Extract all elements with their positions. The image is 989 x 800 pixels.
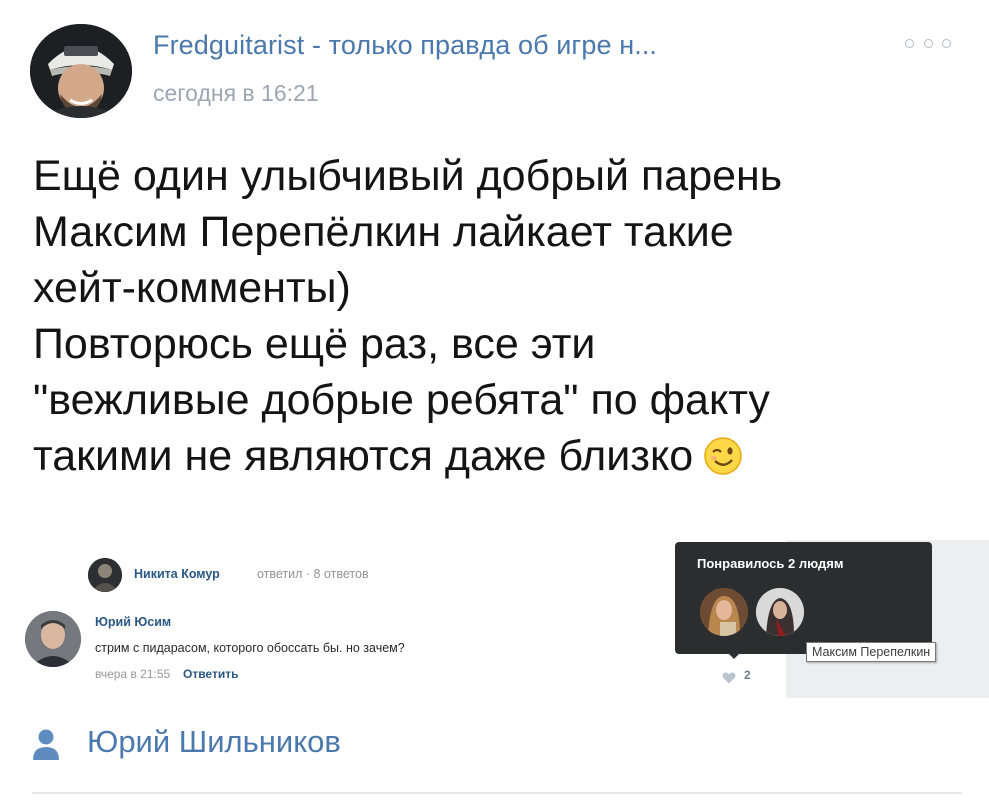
wink-emoji-icon	[703, 434, 743, 475]
post-text-line: Максим Перепёлкин лайкает такие	[33, 208, 734, 256]
post-text-line: Ещё один улыбчивый добрый парень	[33, 152, 783, 200]
author-avatar[interactable]	[30, 24, 132, 118]
liker-avatar[interactable]	[756, 588, 804, 636]
comment-reply-link[interactable]: Ответить	[183, 667, 238, 681]
heart-icon[interactable]	[722, 671, 736, 684]
thread-meta[interactable]: ответил · 8 ответов	[257, 567, 369, 581]
post-text-line: хейт-комменты)	[33, 264, 351, 312]
footer-user-name[interactable]: Юрий Шильников	[87, 724, 341, 760]
liker-name-tooltip: Максим Перепелкин	[806, 642, 937, 662]
post-text-line: Повторюсь ещё раз, все эти	[33, 320, 596, 368]
likes-tooltip-title[interactable]: Понравилось 2 людям	[697, 556, 843, 571]
post-text: Ещё один улыбчивый добрый парень Максим …	[33, 148, 973, 484]
post-text-last-line: такими не являются даже близко	[33, 428, 973, 484]
divider	[32, 792, 962, 794]
like-count[interactable]: 2	[744, 668, 751, 682]
post-author-name[interactable]: Fredguitarist - только правда об игре н.…	[153, 30, 657, 61]
commenter-avatar[interactable]	[25, 611, 81, 667]
likes-tooltip-arrow	[726, 651, 742, 659]
thread-author-name[interactable]: Никита Комур	[134, 567, 220, 581]
comment-text: стрим с пидарасом, которого обоссать бы.…	[95, 641, 405, 655]
post-text-line: "вежливые добрые ребята" по факту	[33, 376, 770, 424]
comment-timestamp[interactable]: вчера в 21:55	[95, 667, 170, 681]
more-options-icon[interactable]	[905, 38, 951, 48]
liker-avatar[interactable]	[700, 588, 748, 636]
post-text-line: такими не являются даже близко	[33, 432, 694, 480]
thread-avatar[interactable]	[88, 558, 122, 592]
comment-author-name[interactable]: Юрий Юсим	[95, 615, 171, 629]
user-icon	[32, 728, 60, 762]
post-timestamp[interactable]: сегодня в 16:21	[153, 80, 319, 107]
